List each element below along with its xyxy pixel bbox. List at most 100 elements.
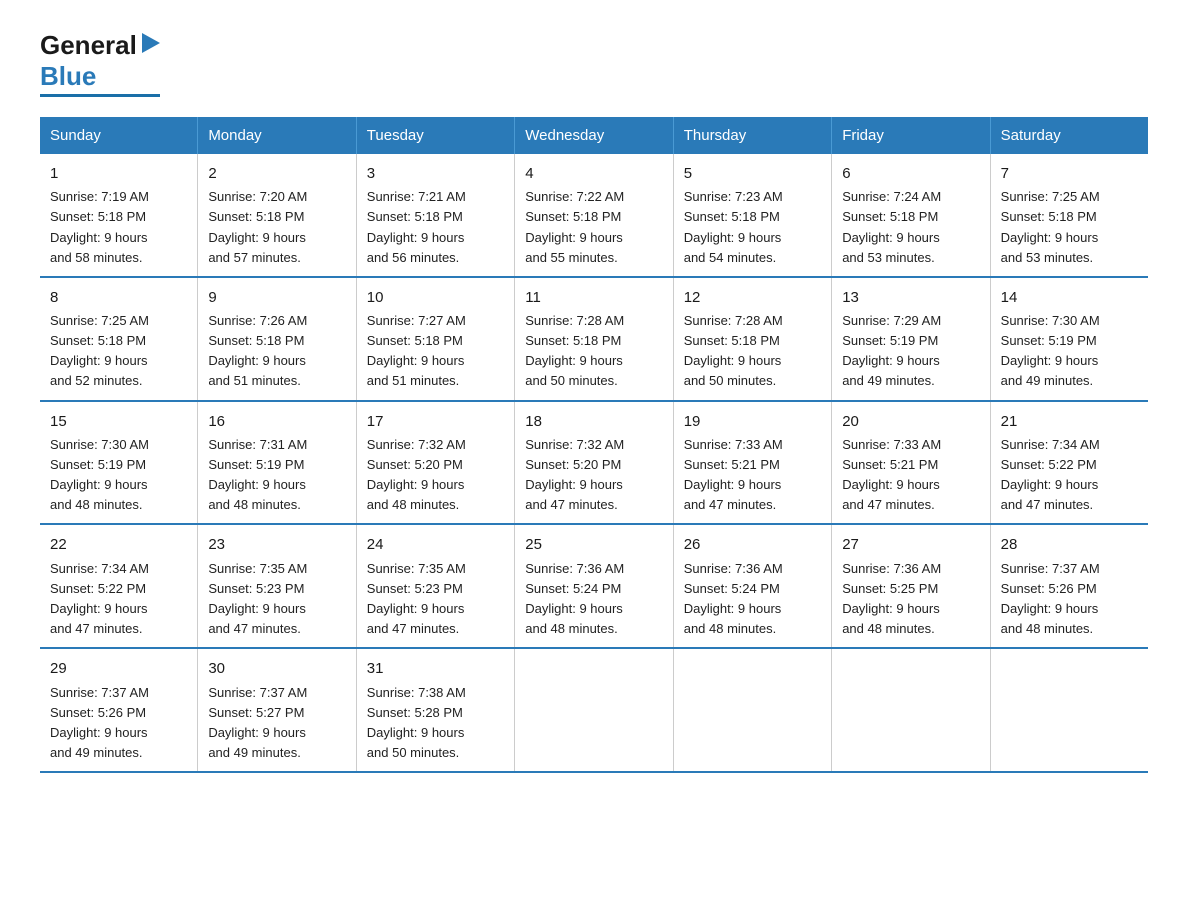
day-number: 28 [1001,533,1138,556]
day-info: Sunrise: 7:28 AMSunset: 5:18 PMDaylight:… [684,311,821,392]
day-info: Sunrise: 7:21 AMSunset: 5:18 PMDaylight:… [367,187,504,268]
day-info: Sunrise: 7:27 AMSunset: 5:18 PMDaylight:… [367,311,504,392]
day-number: 7 [1001,162,1138,185]
day-info: Sunrise: 7:35 AMSunset: 5:23 PMDaylight:… [367,559,504,640]
day-info: Sunrise: 7:36 AMSunset: 5:24 PMDaylight:… [525,559,662,640]
calendar-cell: 6Sunrise: 7:24 AMSunset: 5:18 PMDaylight… [832,154,990,277]
day-number: 17 [367,410,504,433]
calendar-cell: 17Sunrise: 7:32 AMSunset: 5:20 PMDayligh… [356,401,514,525]
day-number: 14 [1001,286,1138,309]
day-number: 18 [525,410,662,433]
calendar-cell: 19Sunrise: 7:33 AMSunset: 5:21 PMDayligh… [673,401,831,525]
day-number: 26 [684,533,821,556]
calendar-week-row: 15Sunrise: 7:30 AMSunset: 5:19 PMDayligh… [40,401,1148,525]
calendar-cell [673,648,831,772]
day-number: 4 [525,162,662,185]
day-info: Sunrise: 7:30 AMSunset: 5:19 PMDaylight:… [50,435,187,516]
calendar-cell: 27 Sunrise: 7:36 AMSunset: 5:25 PMDayligh… [832,524,990,648]
day-info: Sunrise: 7:37 AMSunset: 5:26 PMDaylight:… [1001,559,1138,640]
day-number: 15 [50,410,187,433]
header-wednesday: Wednesday [515,117,673,154]
day-info: Sunrise: 7:28 AMSunset: 5:18 PMDaylight:… [525,311,662,392]
calendar-cell: 25 Sunrise: 7:36 AMSunset: 5:24 PMDayligh… [515,524,673,648]
day-number: 21 [1001,410,1138,433]
day-number: 12 [684,286,821,309]
calendar-cell [832,648,990,772]
header-saturday: Saturday [990,117,1148,154]
calendar-cell: 13Sunrise: 7:29 AMSunset: 5:19 PMDayligh… [832,277,990,401]
day-info: Sunrise: 7:37 AMSunset: 5:26 PMDaylight:… [50,683,187,764]
day-info: Sunrise: 7:33 AMSunset: 5:21 PMDaylight:… [684,435,821,516]
day-info: Sunrise: 7:32 AMSunset: 5:20 PMDaylight:… [367,435,504,516]
calendar-cell: 14Sunrise: 7:30 AMSunset: 5:19 PMDayligh… [990,277,1148,401]
day-number: 19 [684,410,821,433]
calendar-cell: 18Sunrise: 7:32 AMSunset: 5:20 PMDayligh… [515,401,673,525]
logo-blue-text: Blue [40,61,96,91]
day-info: Sunrise: 7:33 AMSunset: 5:21 PMDaylight:… [842,435,979,516]
calendar-cell: 4Sunrise: 7:22 AMSunset: 5:18 PMDaylight… [515,154,673,277]
calendar-week-row: 22Sunrise: 7:34 AMSunset: 5:22 PMDayligh… [40,524,1148,648]
day-number: 6 [842,162,979,185]
calendar-cell: 26 Sunrise: 7:36 AMSunset: 5:24 PMDayligh… [673,524,831,648]
calendar-cell: 9Sunrise: 7:26 AMSunset: 5:18 PMDaylight… [198,277,356,401]
day-info: Sunrise: 7:25 AMSunset: 5:18 PMDaylight:… [50,311,187,392]
day-number: 8 [50,286,187,309]
day-info: Sunrise: 7:31 AMSunset: 5:19 PMDaylight:… [208,435,345,516]
day-info: Sunrise: 7:36 AMSunset: 5:25 PMDaylight:… [842,559,979,640]
day-number: 16 [208,410,345,433]
calendar-cell: 23Sunrise: 7:35 AMSunset: 5:23 PMDayligh… [198,524,356,648]
calendar-cell: 28 Sunrise: 7:37 AMSunset: 5:26 PMDayligh… [990,524,1148,648]
day-info: Sunrise: 7:23 AMSunset: 5:18 PMDaylight:… [684,187,821,268]
day-number: 20 [842,410,979,433]
calendar-cell: 20Sunrise: 7:33 AMSunset: 5:21 PMDayligh… [832,401,990,525]
day-info: Sunrise: 7:36 AMSunset: 5:24 PMDaylight:… [684,559,821,640]
day-number: 1 [50,162,187,185]
calendar-cell: 5Sunrise: 7:23 AMSunset: 5:18 PMDaylight… [673,154,831,277]
calendar-cell: 16Sunrise: 7:31 AMSunset: 5:19 PMDayligh… [198,401,356,525]
calendar-cell: 24 Sunrise: 7:35 AMSunset: 5:23 PMDayligh… [356,524,514,648]
calendar-cell: 3Sunrise: 7:21 AMSunset: 5:18 PMDaylight… [356,154,514,277]
day-info: Sunrise: 7:34 AMSunset: 5:22 PMDaylight:… [1001,435,1138,516]
day-number: 27 [842,533,979,556]
header-sunday: Sunday [40,117,198,154]
day-number: 13 [842,286,979,309]
calendar-cell: 10Sunrise: 7:27 AMSunset: 5:18 PMDayligh… [356,277,514,401]
day-number: 24 [367,533,504,556]
calendar-week-row: 1Sunrise: 7:19 AMSunset: 5:18 PMDaylight… [40,154,1148,277]
calendar-cell: 21Sunrise: 7:34 AMSunset: 5:22 PMDayligh… [990,401,1148,525]
day-info: Sunrise: 7:25 AMSunset: 5:18 PMDaylight:… [1001,187,1138,268]
calendar-table: SundayMondayTuesdayWednesdayThursdayFrid… [40,117,1148,773]
calendar-cell: 8Sunrise: 7:25 AMSunset: 5:18 PMDaylight… [40,277,198,401]
calendar-week-row: 29 Sunrise: 7:37 AMSunset: 5:26 PMDayligh… [40,648,1148,772]
day-number: 2 [208,162,345,185]
calendar-cell: 2Sunrise: 7:20 AMSunset: 5:18 PMDaylight… [198,154,356,277]
page-header: General Blue [40,30,1148,97]
day-number: 29 [50,657,187,680]
day-number: 9 [208,286,345,309]
day-info: Sunrise: 7:29 AMSunset: 5:19 PMDaylight:… [842,311,979,392]
day-info: Sunrise: 7:20 AMSunset: 5:18 PMDaylight:… [208,187,345,268]
header-tuesday: Tuesday [356,117,514,154]
logo: General Blue [40,30,160,97]
day-info: Sunrise: 7:34 AMSunset: 5:22 PMDaylight:… [50,559,187,640]
header-friday: Friday [832,117,990,154]
day-number: 10 [367,286,504,309]
day-info: Sunrise: 7:30 AMSunset: 5:19 PMDaylight:… [1001,311,1138,392]
header-monday: Monday [198,117,356,154]
day-info: Sunrise: 7:26 AMSunset: 5:18 PMDaylight:… [208,311,345,392]
day-info: Sunrise: 7:37 AMSunset: 5:27 PMDaylight:… [208,683,345,764]
day-number: 25 [525,533,662,556]
calendar-cell: 30 Sunrise: 7:37 AMSunset: 5:27 PMDayligh… [198,648,356,772]
day-info: Sunrise: 7:38 AMSunset: 5:28 PMDaylight:… [367,683,504,764]
calendar-cell: 31Sunrise: 7:38 AMSunset: 5:28 PMDayligh… [356,648,514,772]
day-info: Sunrise: 7:22 AMSunset: 5:18 PMDaylight:… [525,187,662,268]
calendar-week-row: 8Sunrise: 7:25 AMSunset: 5:18 PMDaylight… [40,277,1148,401]
day-info: Sunrise: 7:24 AMSunset: 5:18 PMDaylight:… [842,187,979,268]
calendar-cell: 12Sunrise: 7:28 AMSunset: 5:18 PMDayligh… [673,277,831,401]
calendar-cell: 29 Sunrise: 7:37 AMSunset: 5:26 PMDayligh… [40,648,198,772]
day-info: Sunrise: 7:35 AMSunset: 5:23 PMDaylight:… [208,559,345,640]
day-number: 30 [208,657,345,680]
day-info: Sunrise: 7:32 AMSunset: 5:20 PMDaylight:… [525,435,662,516]
calendar-cell: 15Sunrise: 7:30 AMSunset: 5:19 PMDayligh… [40,401,198,525]
day-number: 3 [367,162,504,185]
